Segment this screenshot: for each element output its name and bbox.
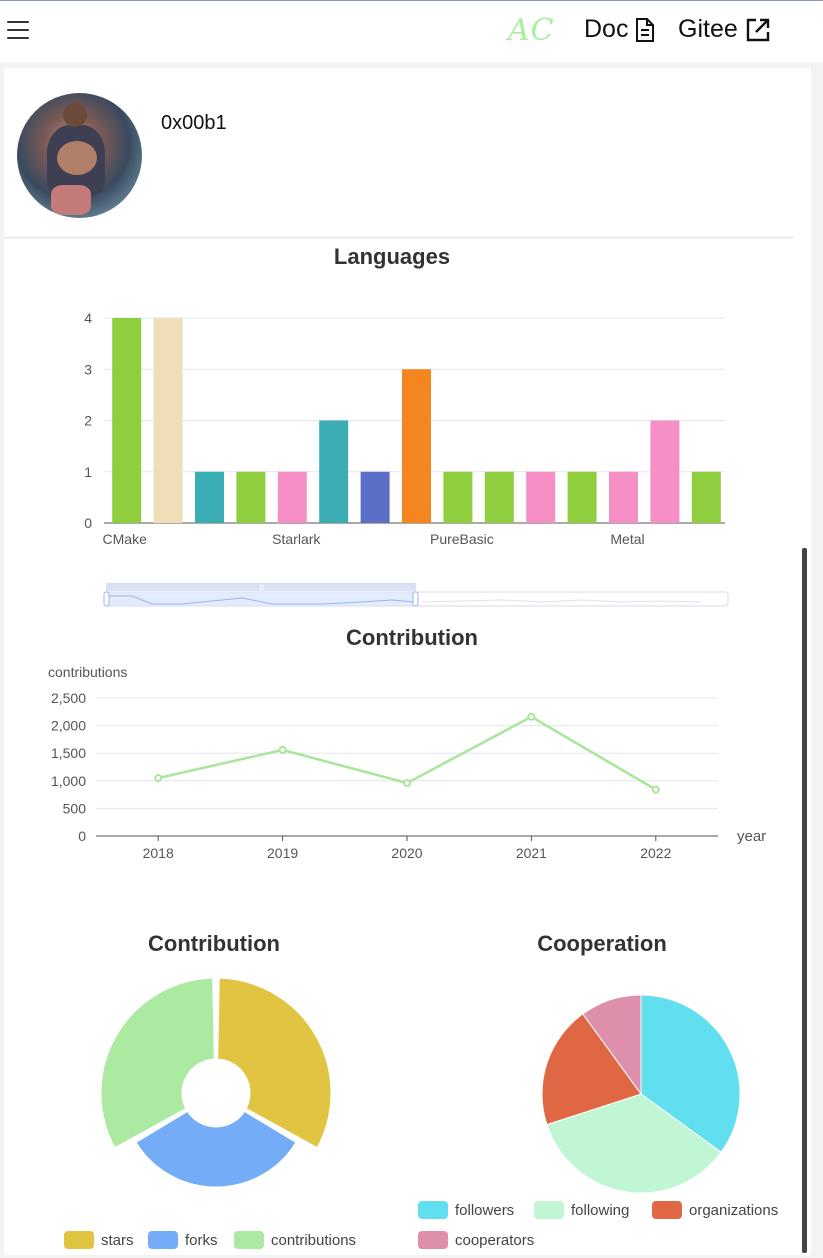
data-point <box>278 745 287 754</box>
y-tick-label: 2,000 <box>51 718 86 734</box>
bar <box>195 471 224 523</box>
x-tick-label: 2020 <box>391 845 422 861</box>
bar <box>484 471 514 523</box>
languages-zoom-slider[interactable]: ||| <box>102 580 734 610</box>
divider <box>4 236 794 239</box>
cooperation-pie-chart: followers following organizations cooperato… <box>418 994 778 1249</box>
svg-text:|||: ||| <box>259 585 265 592</box>
x-tick-label: CMake <box>103 531 148 547</box>
avatar[interactable] <box>17 93 142 218</box>
legend-swatch <box>148 1231 178 1249</box>
x-tick-label: 2018 <box>143 845 174 861</box>
contribution-donut-chart: stars forks contributions <box>64 975 356 1249</box>
y-axis-label: contributions <box>48 664 127 680</box>
x-tick-label: 2021 <box>516 845 547 861</box>
profile-card: 0x00b1 Languages 0 1 2 3 4 CMake Starlark PureB… <box>4 68 811 1255</box>
bar <box>319 420 349 523</box>
legend-swatch <box>64 1231 94 1249</box>
legend-label: stars <box>101 1232 134 1249</box>
legend-swatch <box>534 1201 564 1219</box>
doc-link-label: Doc <box>584 15 629 43</box>
gitee-link[interactable]: Gitee <box>678 15 771 44</box>
contribution-line-chart: contributions 0 500 1,000 1,500 2,000 2,500 yea… <box>48 664 766 861</box>
bar <box>236 471 266 523</box>
y-tick-label: 2 <box>84 413 92 429</box>
contribution-pie-title: Contribution <box>148 931 280 956</box>
menu-icon[interactable] <box>7 21 29 41</box>
y-tick-label: 1,000 <box>51 773 86 789</box>
legend-swatch <box>652 1201 682 1219</box>
languages-chart-title: Languages <box>333 244 451 269</box>
y-tick-label: 2,500 <box>51 690 86 706</box>
y-tick-label: 4 <box>84 310 92 326</box>
x-axis-label: year <box>737 828 766 845</box>
bar <box>153 318 183 523</box>
bar <box>526 471 556 523</box>
bar <box>360 471 390 523</box>
bar <box>443 471 473 523</box>
y-tick-label: 1 <box>84 464 92 480</box>
bar <box>402 369 431 523</box>
legend-label: followers <box>455 1202 514 1219</box>
x-tick-label: PureBasic <box>430 531 494 547</box>
legend-label: cooperators <box>455 1232 534 1249</box>
legend-swatch <box>418 1201 448 1219</box>
x-tick-label: 2022 <box>640 845 671 861</box>
y-tick-label: 500 <box>63 800 87 816</box>
bar <box>691 471 721 523</box>
y-tick-label: 0 <box>78 828 86 844</box>
top-navbar: AC Doc Gitee <box>0 0 823 62</box>
doc-link[interactable]: Doc <box>584 15 655 44</box>
data-point <box>527 712 536 721</box>
legend-label: organizations <box>689 1202 778 1219</box>
gitee-link-label: Gitee <box>678 15 738 43</box>
bar <box>650 420 680 523</box>
legend-swatch <box>234 1231 264 1249</box>
contribution-line-title: Contribution <box>346 625 478 650</box>
username: 0x00b1 <box>161 112 227 134</box>
bar <box>609 471 638 523</box>
legend-swatch <box>418 1231 448 1249</box>
languages-bar-chart: 0 1 2 3 4 CMake Starlark PureBasic Metal <box>84 310 725 547</box>
y-tick-label: 3 <box>84 361 92 377</box>
y-tick-label: 0 <box>84 515 92 531</box>
legend-label: contributions <box>271 1232 356 1249</box>
x-tick-label: Metal <box>610 531 644 547</box>
x-tick-label: 2019 <box>267 845 298 861</box>
data-point <box>651 785 660 794</box>
bar <box>112 318 142 523</box>
legend-label: forks <box>185 1232 218 1249</box>
site-logo[interactable]: AC <box>508 13 555 48</box>
bar <box>567 471 597 523</box>
legend-label: following <box>571 1202 629 1219</box>
data-point <box>403 779 411 788</box>
bar <box>277 471 307 523</box>
x-tick-label: Starlark <box>272 531 321 547</box>
external-link-icon <box>746 18 769 41</box>
cooperation-pie-title: Cooperation <box>537 931 667 956</box>
data-point <box>154 774 163 783</box>
scrollbar[interactable] <box>802 548 807 1253</box>
document-icon <box>636 17 655 42</box>
y-tick-label: 1,500 <box>51 745 86 761</box>
